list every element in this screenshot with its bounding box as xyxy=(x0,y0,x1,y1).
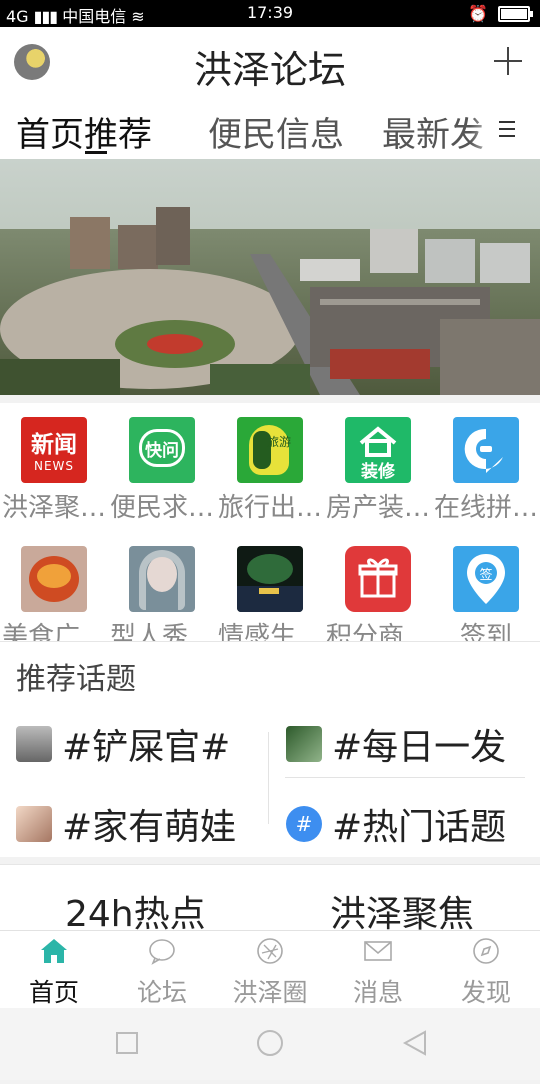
topic-label: #热门话题 xyxy=(332,807,507,848)
grid-item-decoration[interactable]: 装修 房产装… xyxy=(324,417,432,524)
plant-avatar-icon xyxy=(286,726,322,762)
divider xyxy=(285,777,525,778)
grid-label: 旅行出… xyxy=(217,493,322,523)
aperture-icon xyxy=(256,937,284,965)
gift-icon xyxy=(345,546,411,612)
grid-label: 便民求… xyxy=(109,493,214,523)
status-time: 17:39 xyxy=(246,3,294,22)
recent-apps-icon[interactable] xyxy=(116,1032,138,1054)
tab-active-indicator xyxy=(85,151,107,154)
nav-home[interactable]: 首页 xyxy=(0,931,108,1009)
chat-bubble-icon xyxy=(148,937,176,965)
app-header: 洪泽论坛 xyxy=(0,27,540,99)
banner-city-photo xyxy=(0,159,540,395)
category-tabs: 首页推荐 便民信息 最新发 xyxy=(0,99,540,159)
news-icon-subtext: NEWS xyxy=(33,459,75,473)
banner-image[interactable] xyxy=(0,159,540,395)
page-title: 洪泽论坛 xyxy=(193,48,346,92)
compass-icon xyxy=(472,937,500,965)
bottom-nav: 首页 论坛 洪泽圈 消息 发现 xyxy=(0,930,540,1009)
divider xyxy=(268,732,269,824)
news-icon-text: 新闻 xyxy=(31,432,77,458)
hashtag-icon: # xyxy=(286,806,322,842)
nav-circle[interactable]: 洪泽圈 xyxy=(216,931,324,1009)
tab-convenience[interactable]: 便民信息 xyxy=(208,107,344,156)
quick-ask-icon: 快问 xyxy=(129,417,195,483)
envelope-icon xyxy=(364,937,392,965)
nav-label: 消息 xyxy=(352,978,403,1007)
checkin-icon-text: 签 xyxy=(479,568,493,583)
tab-latest[interactable]: 最新发 xyxy=(382,107,484,156)
grid-item-quick-ask[interactable]: 快问 便民求… xyxy=(108,417,216,524)
travel-icon-text: 旅游 xyxy=(267,435,292,449)
hot-tabs: 24h热点 洪泽聚焦 xyxy=(0,864,540,935)
nav-label: 论坛 xyxy=(136,978,187,1007)
menu-icon[interactable] xyxy=(490,99,540,159)
battery-icon xyxy=(498,5,533,22)
nav-label: 发现 xyxy=(460,978,511,1007)
grid-item-carpool[interactable]: 在线拼… xyxy=(432,417,540,524)
quick-ask-icon-text: 快问 xyxy=(145,441,179,461)
grid-label: 房产装… xyxy=(325,493,430,523)
news-icon: 新闻 NEWS xyxy=(21,417,87,483)
grid-label: 洪泽聚… xyxy=(1,493,106,523)
system-nav-bar xyxy=(0,1008,540,1080)
status-bar: 4G ▮▮▮ 中国电信 ≋ 17:39 ⏰ xyxy=(0,0,540,27)
topic-item[interactable]: #每日一发 xyxy=(286,718,506,770)
nav-forum[interactable]: 论坛 xyxy=(108,931,216,1009)
grid-item-news[interactable]: 新闻 NEWS 洪泽聚… xyxy=(0,417,108,524)
nav-discover[interactable]: 发现 xyxy=(432,931,540,1009)
grid-item-travel[interactable]: 旅游 旅行出… xyxy=(216,417,324,524)
home-icon xyxy=(40,937,68,965)
nav-label: 洪泽圈 xyxy=(232,978,308,1007)
carpool-icon xyxy=(453,417,519,483)
grid-item-emotion[interactable]: 情感生… xyxy=(216,546,324,641)
grid-label: 积分商… xyxy=(325,622,430,641)
section-title: 推荐话题 xyxy=(16,662,136,697)
grid-label: 签到 xyxy=(459,622,512,641)
checkin-icon: 签 xyxy=(453,546,519,612)
tab-recommend[interactable]: 首页推荐 xyxy=(16,107,152,156)
back-triangle-icon[interactable] xyxy=(402,1030,426,1056)
decoration-icon: 装修 xyxy=(345,417,411,483)
topic-label: #每日一发 xyxy=(332,727,507,768)
portrait-photo-icon xyxy=(129,546,195,612)
grid-label: 在线拼… xyxy=(433,493,538,523)
topic-label: #铲屎官# xyxy=(62,727,231,768)
cat-avatar-icon xyxy=(16,726,52,762)
night-photo-icon xyxy=(237,546,303,612)
grid-item-points-mall[interactable]: 积分商… xyxy=(324,546,432,641)
topic-item[interactable]: #家有萌娃 xyxy=(16,798,236,850)
home-circle-icon[interactable] xyxy=(257,1030,283,1056)
grid-item-food[interactable]: 美食广… xyxy=(0,546,108,641)
topic-item[interactable]: # #热门话题 xyxy=(286,798,506,850)
topic-item[interactable]: #铲屎官# xyxy=(16,718,230,770)
grid-label: 情感生… xyxy=(217,622,322,641)
topic-label: #家有萌娃 xyxy=(62,807,237,848)
grid-label: 美食广… xyxy=(1,622,106,641)
food-photo-icon xyxy=(21,546,87,612)
add-button[interactable] xyxy=(490,43,526,79)
grid-item-model-show[interactable]: 型人秀… xyxy=(108,546,216,641)
nav-messages[interactable]: 消息 xyxy=(324,931,432,1009)
nav-label: 首页 xyxy=(28,978,79,1007)
grid-label: 型人秀… xyxy=(109,622,214,641)
travel-icon: 旅游 xyxy=(237,417,303,483)
baby-avatar-icon xyxy=(16,806,52,842)
recommended-topics: 推荐话题 #铲屎官# #每日一发 #家有萌娃 # #热门话题 xyxy=(0,641,540,857)
feature-grid: 新闻 NEWS 洪泽聚… 快问 便民求… 旅游 旅行出… 装修 房产装… 在线拼… xyxy=(0,403,540,641)
decoration-icon-text: 装修 xyxy=(361,462,395,482)
alarm-icon: ⏰ xyxy=(468,4,488,23)
grid-item-checkin[interactable]: 签 签到 xyxy=(432,546,540,641)
